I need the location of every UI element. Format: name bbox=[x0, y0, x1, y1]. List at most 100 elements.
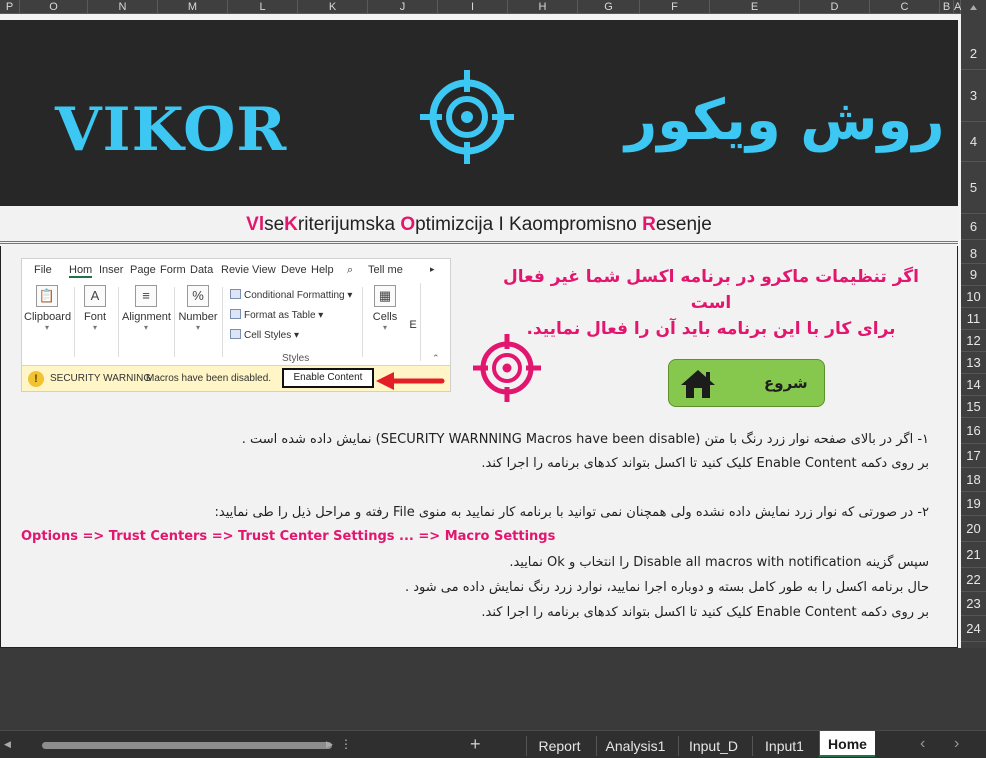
conditional-formatting-item: Conditional Formatting ▾ bbox=[230, 289, 352, 301]
ribbon-tab: Page bbox=[130, 264, 156, 276]
styles-item-label: Cell Styles bbox=[244, 330, 292, 341]
crosshair-icon bbox=[418, 68, 516, 171]
font-icon: A bbox=[84, 285, 106, 307]
styles-item-label: Format as Table bbox=[244, 310, 316, 321]
sheet-tab-analysis1[interactable]: Analysis1 bbox=[596, 736, 674, 756]
sheet-tab-report[interactable]: Report bbox=[526, 736, 592, 756]
column-header[interactable]: O bbox=[20, 0, 88, 14]
row-header[interactable]: 18 bbox=[961, 468, 986, 492]
row-header[interactable]: 20 bbox=[961, 516, 986, 542]
row-header[interactable]: 14 bbox=[961, 374, 986, 396]
row-header[interactable]: 12 bbox=[961, 330, 986, 352]
options-path: Options => Trust Centers => Trust Center… bbox=[21, 529, 556, 544]
ribbon-tab: Inser bbox=[99, 264, 124, 276]
ribbon-divider bbox=[420, 283, 421, 361]
ribbon-group-font: A Font ▾ bbox=[80, 285, 110, 332]
ribbon-group-alignment: ≡ Alignment ▾ bbox=[122, 285, 171, 332]
chevron-right-icon[interactable]: › bbox=[954, 735, 959, 753]
column-header[interactable]: N bbox=[88, 0, 158, 14]
column-header[interactable]: D bbox=[800, 0, 870, 14]
column-header[interactable]: F bbox=[640, 0, 710, 14]
row-header[interactable]: 22 bbox=[961, 568, 986, 592]
subtitle-part: K bbox=[284, 214, 298, 235]
scroll-right-icon[interactable]: ▶ bbox=[326, 739, 333, 750]
chevron-right-icon: ▸ bbox=[430, 264, 435, 274]
more-options-icon[interactable]: ⋮ bbox=[340, 737, 352, 751]
column-header[interactable]: C bbox=[870, 0, 940, 14]
row-header[interactable]: 6 bbox=[961, 214, 986, 240]
ribbon-divider bbox=[118, 287, 119, 357]
subtitle: VlseKriterijumska Optimizcija I Kaomprom… bbox=[0, 214, 958, 236]
macro-notice-line: اگر تنظیمات ماکرو در برنامه اکسل شما غیر… bbox=[502, 267, 919, 287]
excel-window: P O N M L K J I H G F E D C B A 2 3 4 5 … bbox=[0, 0, 986, 758]
instruction-line: بر روی دکمه Enable Content کلیک کنید تا … bbox=[481, 605, 929, 620]
home-icon bbox=[679, 368, 717, 405]
row-header[interactable]: 24 bbox=[961, 616, 986, 642]
row-header[interactable]: 15 bbox=[961, 396, 986, 418]
row-header[interactable]: 19 bbox=[961, 492, 986, 516]
ribbon-divider bbox=[174, 287, 175, 357]
chevron-down-icon: ▾ bbox=[44, 323, 49, 332]
row-header[interactable]: 4 bbox=[961, 122, 986, 162]
chevron-left-icon[interactable]: ‹ bbox=[920, 735, 925, 753]
ribbon-group-clipboard: 📋 Clipboard ▾ bbox=[24, 285, 72, 332]
scroll-left-icon[interactable]: ◀ bbox=[4, 739, 11, 750]
ribbon-group-label: Clipboard bbox=[24, 311, 72, 323]
row-header[interactable]: 8 bbox=[961, 244, 986, 264]
security-warning-message: Macros have been disabled. bbox=[146, 373, 272, 384]
column-header[interactable]: H bbox=[508, 0, 578, 14]
column-header[interactable]: K bbox=[298, 0, 368, 14]
column-header[interactable]: G bbox=[578, 0, 640, 14]
column-header[interactable]: I bbox=[438, 0, 508, 14]
column-header[interactable]: L bbox=[228, 0, 298, 14]
subtitle-part: O bbox=[400, 214, 416, 235]
column-header[interactable]: E bbox=[710, 0, 800, 14]
scroll-thumb[interactable] bbox=[42, 742, 332, 749]
macro-notice-line: است bbox=[690, 293, 732, 313]
row-header-bar: 2 3 4 5 6 8 9 10 11 12 13 14 15 16 17 18… bbox=[961, 14, 986, 648]
cells-icon: ▦ bbox=[374, 285, 396, 307]
row-header[interactable]: 2 bbox=[961, 38, 986, 70]
subtitle-part: R bbox=[642, 214, 656, 235]
column-header[interactable]: B bbox=[940, 0, 954, 14]
ribbon-group-label: Number bbox=[178, 311, 218, 323]
add-sheet-icon[interactable]: + bbox=[470, 734, 481, 755]
row-header[interactable]: 21 bbox=[961, 542, 986, 568]
ribbon-tab: Revie bbox=[221, 264, 250, 276]
row-header[interactable]: 17 bbox=[961, 444, 986, 468]
row-header[interactable]: 3 bbox=[961, 70, 986, 122]
content-panel: File Hom Inser Page Form Data Revie View… bbox=[0, 246, 958, 648]
row-header[interactable]: 13 bbox=[961, 352, 986, 374]
row-header[interactable]: 10 bbox=[961, 286, 986, 308]
percent-icon: % bbox=[187, 285, 209, 307]
row-header[interactable]: 5 bbox=[961, 162, 986, 214]
start-button-label: شروع bbox=[764, 374, 808, 392]
ribbon-tab: Form bbox=[160, 264, 186, 276]
enable-content-button: Enable Content bbox=[282, 368, 374, 388]
cell-styles-icon bbox=[230, 329, 241, 339]
row-header[interactable]: 9 bbox=[961, 264, 986, 286]
title-vikor: VIKOR bbox=[55, 95, 288, 165]
row-header[interactable]: 23 bbox=[961, 592, 986, 616]
column-header[interactable]: P bbox=[0, 0, 20, 14]
start-button[interactable]: شروع bbox=[668, 359, 825, 407]
column-header[interactable]: J bbox=[368, 0, 438, 14]
title-banner: VIKOR روش ویکور bbox=[0, 20, 958, 206]
row-header[interactable]: 11 bbox=[961, 308, 986, 330]
chevron-down-icon: ▾ bbox=[382, 323, 387, 332]
horizontal-scrollbar[interactable]: ◀ ▶ bbox=[4, 739, 334, 751]
sheet-tab-input1[interactable]: Input1 bbox=[752, 736, 816, 756]
ribbon-tab: File bbox=[34, 264, 52, 276]
format-as-table-item: Format as Table ▾ bbox=[230, 309, 323, 321]
column-header[interactable]: A bbox=[954, 0, 961, 14]
ribbon-tell-me: Tell me bbox=[368, 264, 403, 276]
row-header[interactable]: 16 bbox=[961, 418, 986, 444]
subtitle-part: se bbox=[264, 214, 285, 235]
column-header[interactable]: M bbox=[158, 0, 228, 14]
scroll-up-arrow[interactable] bbox=[961, 0, 986, 14]
empty-sheet-area bbox=[0, 648, 986, 730]
sheet-tab-home[interactable]: Home bbox=[819, 731, 875, 757]
cell-styles-item: Cell Styles ▾ bbox=[230, 329, 299, 341]
sheet-tab-input-d[interactable]: Input_D bbox=[678, 736, 748, 756]
ribbon-tab: Help bbox=[311, 264, 334, 276]
